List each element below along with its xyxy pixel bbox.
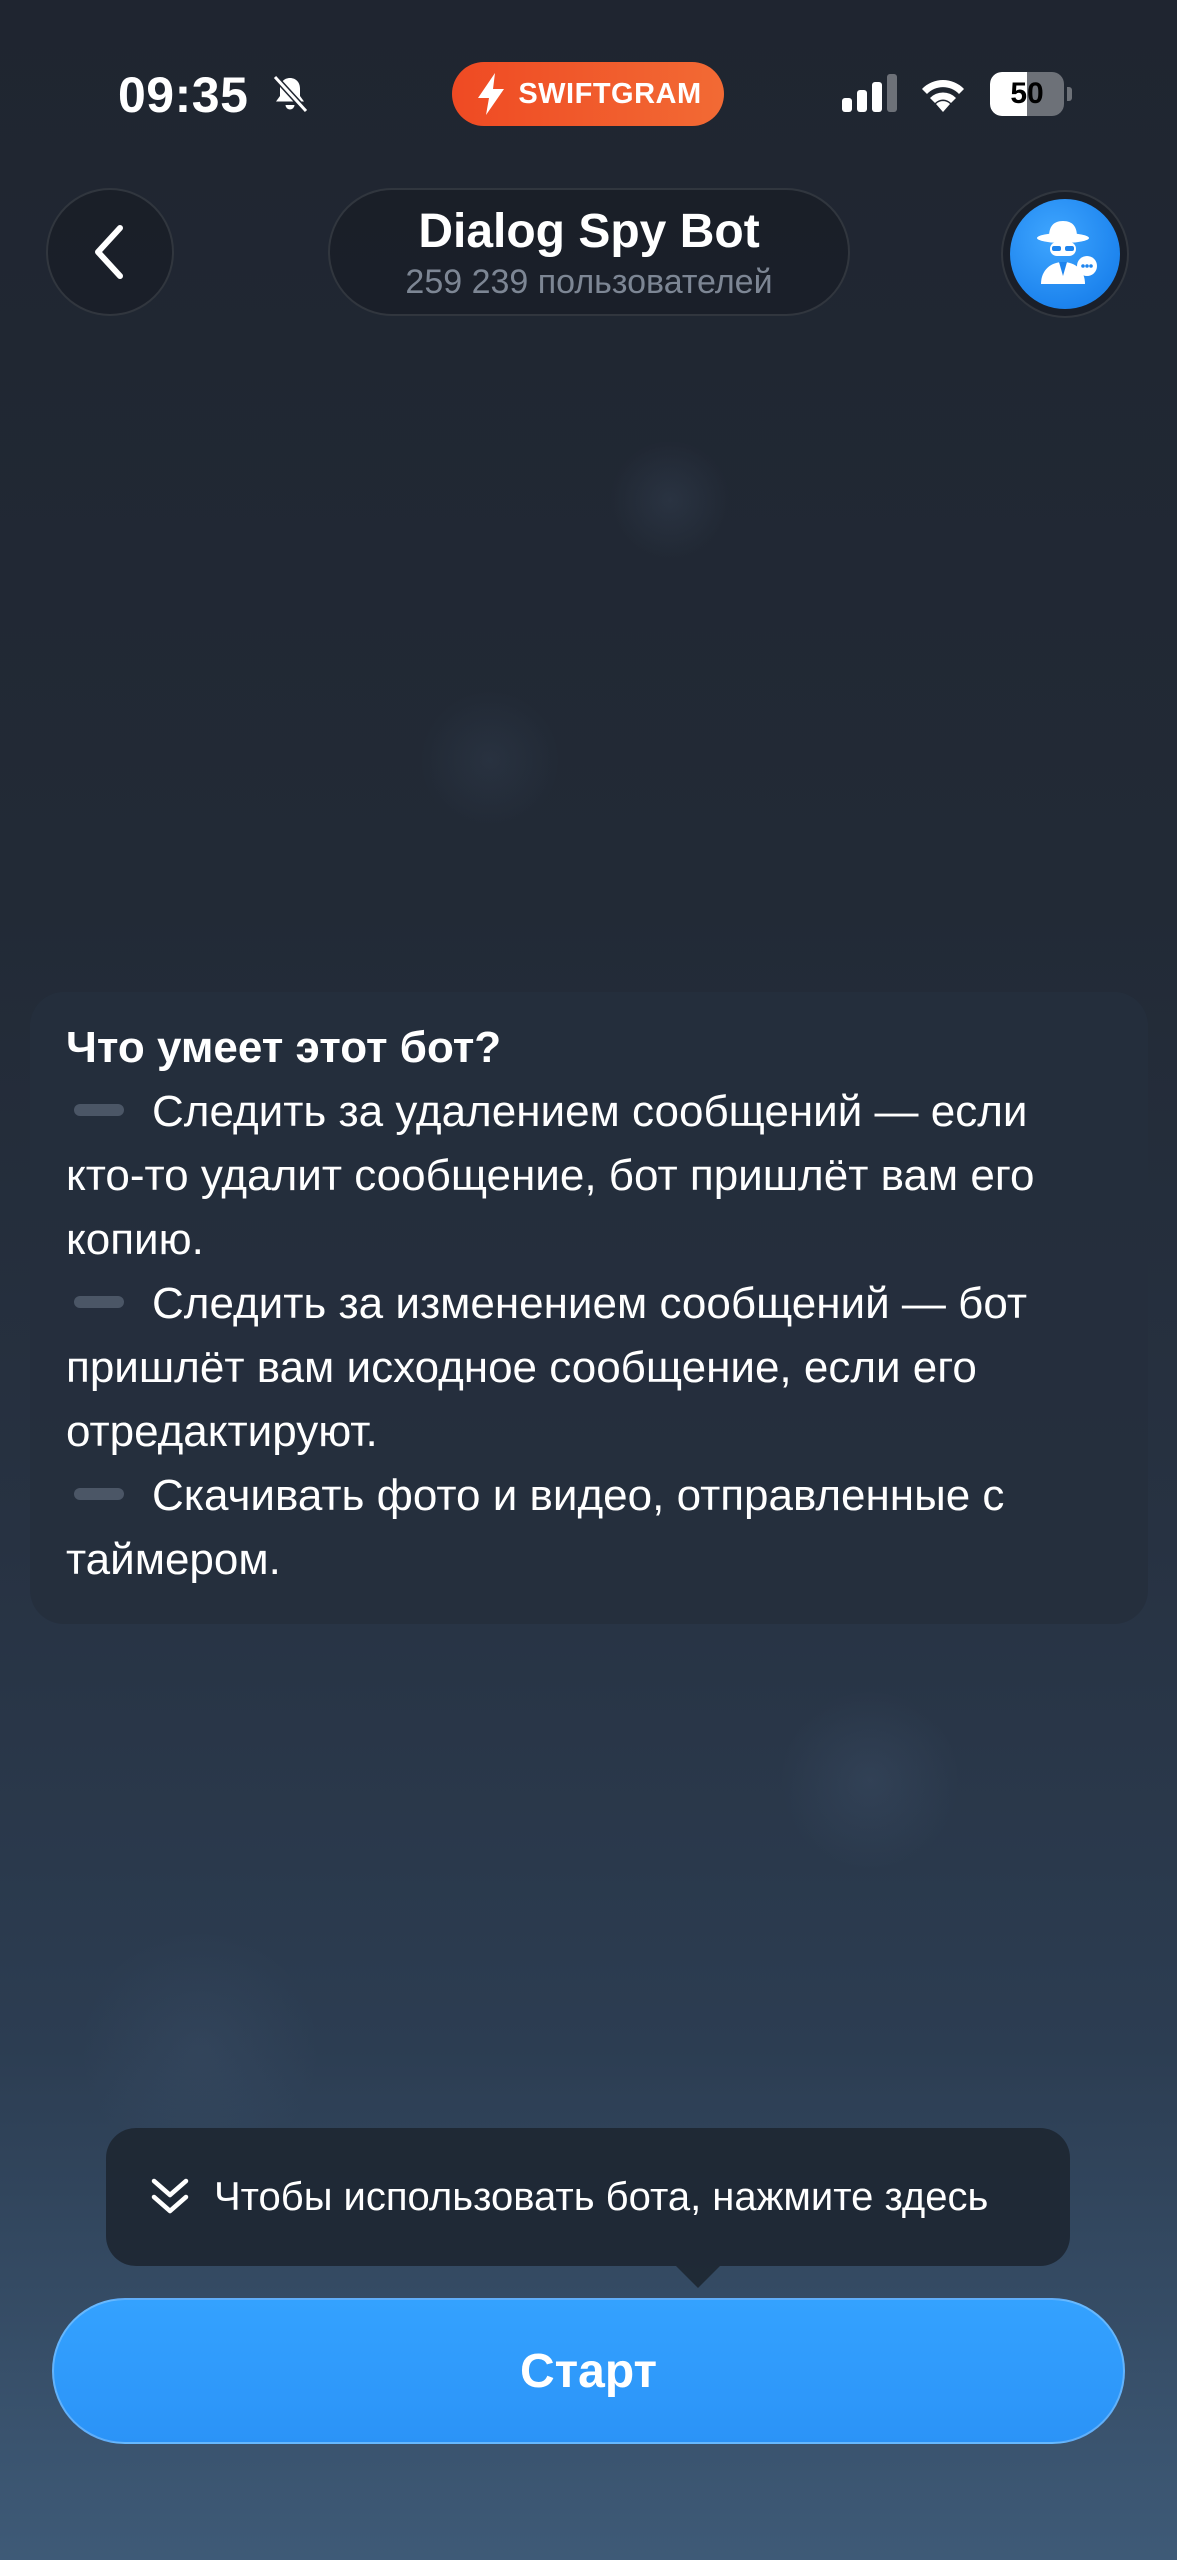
- chat-title-pill[interactable]: Dialog Spy Bot 259 239 пользователей: [328, 188, 850, 316]
- bot-info-card: Что умеет этот бот? Следить за удалением…: [30, 992, 1148, 1624]
- bot-info-title: Что умеет этот бот?: [66, 1023, 502, 1072]
- back-button[interactable]: [46, 188, 174, 316]
- start-button-label: Старт: [519, 2344, 658, 2398]
- double-chevron-down-icon: [151, 2178, 189, 2214]
- wifi-icon: [922, 80, 964, 112]
- start-button[interactable]: Старт: [52, 2298, 1125, 2444]
- status-bar: 09:35 SWIFTGRAM 50: [0, 0, 1177, 190]
- feature-text-2: Следить за изменением сообщений — бот пр…: [66, 1279, 1028, 1456]
- bot-info-feature-2: Следить за изменением сообщений — бот пр…: [66, 1272, 1112, 1464]
- bot-info-feature-3: Скачивать фото и видео, отправленные с т…: [66, 1464, 1112, 1592]
- bot-avatar-button[interactable]: [1001, 190, 1129, 318]
- status-time: 09:35: [118, 67, 249, 123]
- spy-agent-icon: [1037, 221, 1097, 284]
- lightning-icon: [478, 73, 505, 115]
- bullet-dash: [74, 1488, 124, 1501]
- battery-cap: [1067, 87, 1072, 101]
- battery-level: 50: [1010, 77, 1044, 110]
- bot-info-feature-1: Следить за удалением сообщений — если кт…: [66, 1080, 1112, 1272]
- chat-title: Dialog Spy Bot: [418, 205, 760, 258]
- battery-body: 50: [990, 72, 1064, 116]
- tooltip-text: Чтобы использовать бота, нажмите здесь: [214, 2174, 989, 2219]
- battery-icon: 50: [990, 72, 1074, 116]
- feature-text-3: Скачивать фото и видео, отправленные с т…: [66, 1471, 1005, 1584]
- bullet-dash: [74, 1104, 124, 1117]
- chevron-left-icon: [95, 225, 123, 279]
- bullet-dash: [74, 1296, 124, 1309]
- start-hint-tooltip: Чтобы использовать бота, нажмите здесь: [106, 2128, 1070, 2288]
- bell-slash-icon: [272, 74, 309, 114]
- feature-text-1: Следить за удалением сообщений — если кт…: [66, 1087, 1035, 1264]
- cellular-signal-icon: [842, 74, 897, 112]
- swiftgram-badge: SWIFTGRAM: [452, 62, 724, 126]
- avatar: [1010, 199, 1120, 309]
- chat-subtitle: 259 239 пользователей: [405, 263, 773, 301]
- swiftgram-label: SWIFTGRAM: [518, 77, 702, 110]
